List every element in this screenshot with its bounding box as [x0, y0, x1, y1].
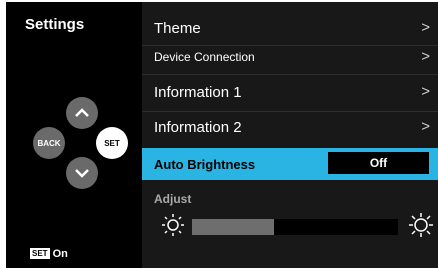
auto-brightness-label: Auto Brightness	[154, 157, 256, 172]
back-button[interactable]: BACK	[33, 127, 65, 159]
brightness-slider[interactable]	[192, 219, 398, 235]
chevron-right-icon: >	[421, 48, 430, 65]
auto-brightness-row[interactable]: Auto Brightness Off	[142, 148, 438, 180]
menu-item-label: Theme	[154, 20, 201, 37]
dpad-down-button[interactable]	[66, 157, 98, 189]
chevron-right-icon: >	[421, 19, 430, 36]
menu-item-device-connection[interactable]: Device Connection >	[142, 41, 438, 74]
menu-item-label: Device Connection	[154, 50, 255, 64]
brightness-slider-fill	[192, 219, 275, 235]
divider	[142, 74, 438, 75]
set-status: SET On	[30, 248, 68, 260]
dpad-up-button[interactable]	[66, 97, 98, 129]
settings-title: Settings	[25, 16, 85, 33]
menu-item-label: Information 2	[154, 119, 242, 136]
set-button[interactable]: SET	[96, 127, 128, 159]
set-status-value: On	[52, 248, 68, 260]
settings-menu: Theme > Device Connection > Information …	[142, 2, 438, 268]
menu-item-information-1[interactable]: Information 1 >	[142, 76, 438, 109]
menu-item-information-2[interactable]: Information 2 >	[142, 111, 438, 144]
sun-low-icon	[162, 214, 184, 236]
set-chip: SET	[30, 248, 50, 259]
chevron-right-icon: >	[421, 118, 430, 135]
sun-high-icon	[409, 213, 433, 237]
set-button-label: SET	[104, 139, 120, 148]
dpad: BACK SET	[33, 97, 128, 189]
adjust-label: Adjust	[154, 192, 192, 206]
auto-brightness-value[interactable]: Off	[328, 152, 429, 174]
back-button-label: BACK	[37, 139, 60, 148]
device-screen: Settings BACK SET SET On Theme > Device C…	[6, 2, 438, 268]
menu-item-label: Information 1	[154, 84, 242, 101]
chevron-right-icon: >	[421, 83, 430, 100]
